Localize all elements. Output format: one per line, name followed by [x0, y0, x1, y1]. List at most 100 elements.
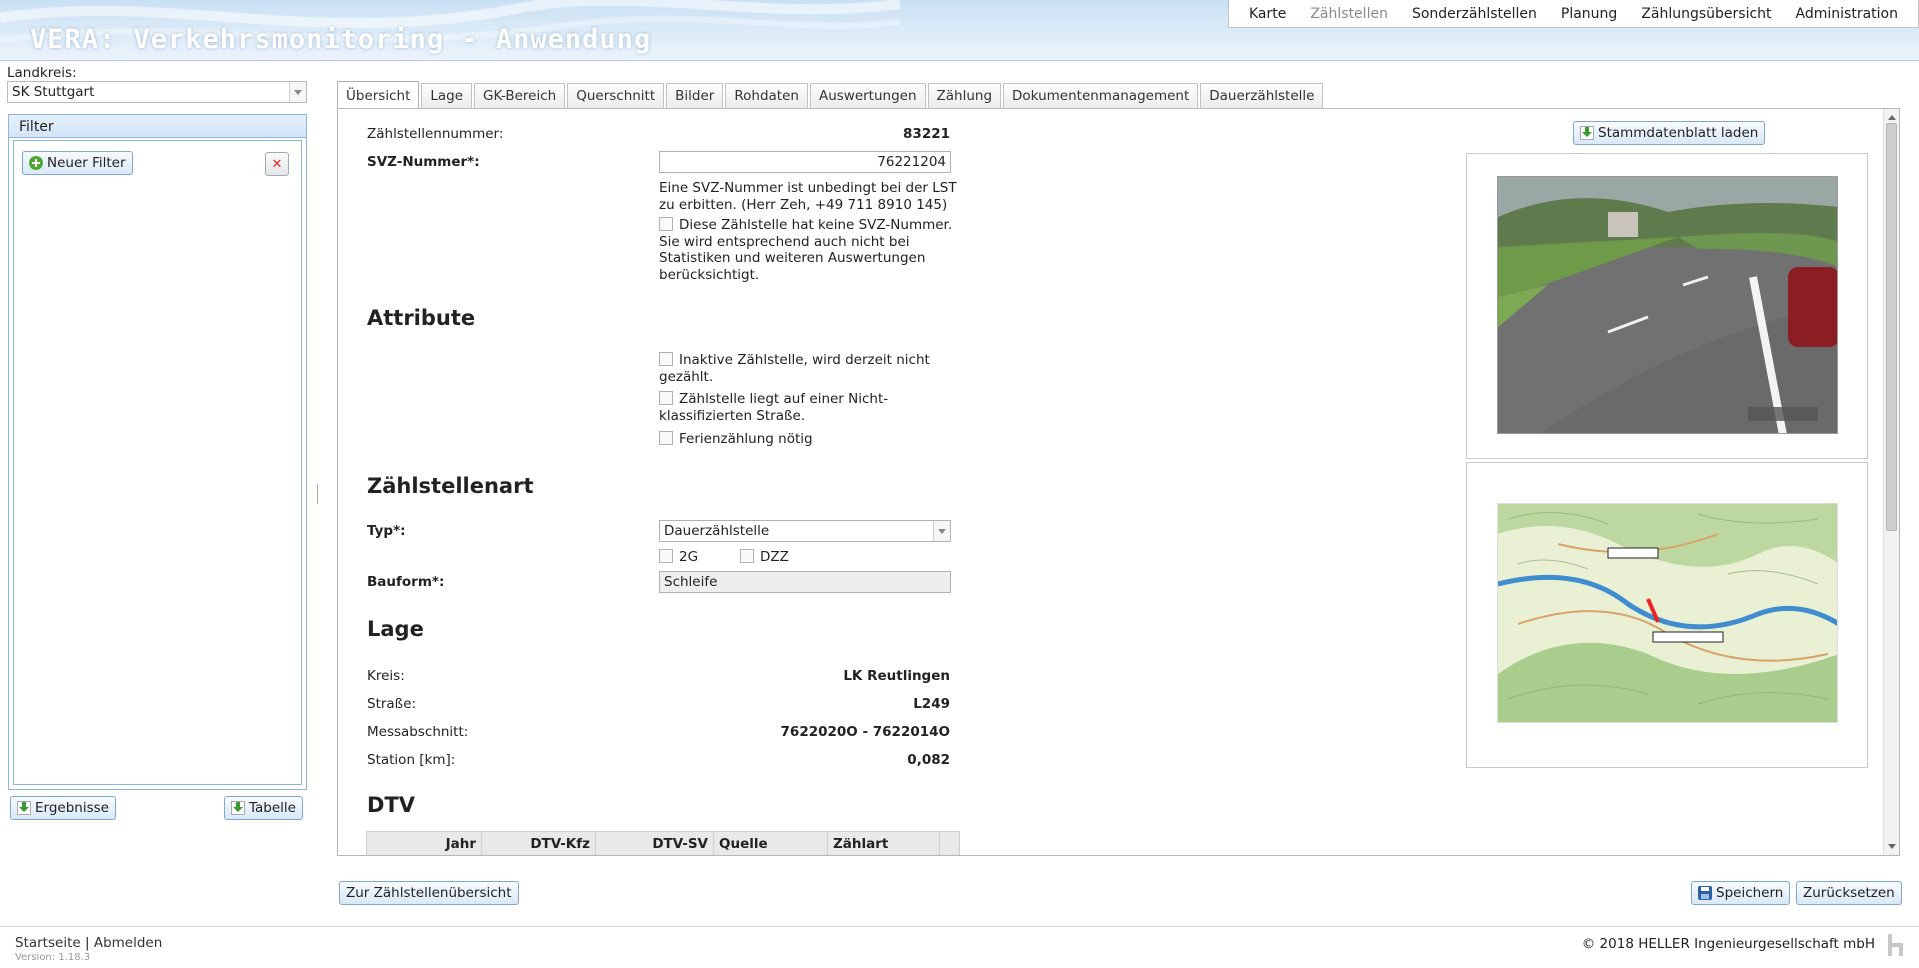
no-svz-label: Diese Zählstelle hat keine SVZ-Nummer.	[679, 217, 953, 233]
stammdatenblatt-button[interactable]: Stammdatenblatt laden	[1573, 121, 1766, 145]
tab-auswertungen[interactable]: Auswertungen	[809, 83, 926, 108]
2g-checkbox[interactable]	[659, 549, 673, 563]
dzz-checkbox[interactable]	[740, 549, 754, 563]
station-label: Station [km]:	[367, 752, 456, 768]
tab-dokumentenmanagement[interactable]: Dokumentenmanagement	[1003, 83, 1199, 108]
nicht-klassifiziert-checkbox[interactable]	[659, 391, 673, 405]
collapse-filters-button[interactable]: ✕	[265, 152, 289, 176]
messabschnitt-label: Messabschnitt:	[367, 724, 469, 740]
download-icon	[1580, 126, 1594, 140]
nav-zaehlungsuebersicht[interactable]: Zählungsübersicht	[1629, 6, 1783, 22]
tab-uebersicht[interactable]: Übersicht	[337, 81, 420, 108]
nicht-klassifiziert-label: Zählstelle liegt auf einer Nicht-	[679, 391, 889, 407]
back-to-overview-button[interactable]: Zur Zählstellenübersicht	[339, 881, 519, 905]
content-scrollbar[interactable]	[1883, 109, 1899, 855]
nicht-klassifiziert-label-cont: klassifizierten Straße.	[659, 407, 806, 424]
svz-input[interactable]: 76221204	[659, 151, 951, 173]
back-to-overview-label: Zur Zählstellenübersicht	[346, 885, 512, 901]
footer-links: Startseite | Abmelden	[15, 935, 162, 951]
copyright-text: © 2018 HELLER Ingenieurgesellschaft mbH	[1581, 936, 1875, 952]
scroll-down-icon[interactable]	[1888, 844, 1896, 853]
tab-bar: Übersicht Lage GK-Bereich Querschnitt Bi…	[337, 81, 1325, 108]
kreis-label: Kreis:	[367, 668, 405, 684]
kreis-value: LK Reutlingen	[843, 668, 950, 684]
reset-button[interactable]: Zurücksetzen	[1796, 881, 1902, 905]
typ-label: Typ*:	[367, 523, 406, 539]
filter-title: Filter	[9, 115, 306, 138]
dzz-label: DZZ	[760, 549, 789, 565]
option-2g: 2G	[659, 549, 698, 566]
site-photo[interactable]	[1497, 176, 1838, 434]
road-photo-image	[1498, 177, 1837, 433]
2g-label: 2G	[679, 549, 699, 565]
inaktiv-label: Inaktive Zählstelle, wird derzeit nicht	[679, 352, 930, 368]
scroll-up-icon[interactable]	[1888, 111, 1896, 120]
tab-lage[interactable]: Lage	[421, 83, 473, 108]
photo-panel	[1466, 153, 1868, 459]
new-filter-label: Neuer Filter	[47, 155, 126, 171]
chevron-down-icon[interactable]	[289, 82, 306, 102]
download-icon	[231, 801, 245, 815]
zaehlstellennummer-value: 83221	[903, 126, 950, 142]
footer-separator: |	[84, 935, 90, 951]
add-icon	[29, 156, 43, 170]
filter-panel: Filter	[8, 114, 307, 790]
save-label: Speichern	[1716, 885, 1784, 901]
app-header: VERA: Verkehrsmonitoring - Anwendung Kar…	[0, 0, 1919, 61]
typ-value: Dauerzählstelle	[664, 523, 770, 539]
col-dtv-kfz[interactable]: DTV-Kfz	[482, 832, 596, 855]
tab-dauerzaehlstelle[interactable]: Dauerzählstelle	[1200, 83, 1324, 108]
reset-label: Zurücksetzen	[1803, 885, 1895, 901]
heller-logo	[1888, 934, 1903, 956]
stammdatenblatt-label: Stammdatenblatt laden	[1598, 125, 1759, 141]
svz-note: Eine SVZ-Nummer ist unbedingt bei der LS…	[659, 180, 957, 213]
landkreis-label: Landkreis:	[7, 65, 77, 81]
typ-select[interactable]: Dauerzählstelle	[659, 520, 951, 542]
tabelle-button[interactable]: Tabelle	[224, 796, 303, 820]
svz-label: SVZ-Nummer*:	[367, 154, 480, 170]
startseite-link[interactable]: Startseite	[15, 935, 81, 951]
collapse-icon: ✕	[271, 156, 283, 172]
col-dtv-sv[interactable]: DTV-SV	[596, 832, 714, 855]
dtv-heading: DTV	[367, 793, 416, 817]
chevron-down-icon[interactable]	[933, 521, 950, 541]
ferien-checkbox[interactable]	[659, 431, 673, 445]
no-svz-option: Diese Zählstelle hat keine SVZ-Nummer. S…	[659, 217, 952, 283]
tab-zaehlung[interactable]: Zählung	[927, 83, 1002, 108]
nav-sonderzaehlstellen[interactable]: Sonderzählstellen	[1400, 6, 1549, 22]
new-filter-button[interactable]: Neuer Filter	[22, 151, 133, 175]
tab-rohdaten[interactable]: Rohdaten	[725, 83, 808, 108]
inaktiv-checkbox[interactable]	[659, 352, 673, 366]
tab-querschnitt[interactable]: Querschnitt	[567, 83, 665, 108]
attribute-heading: Attribute	[367, 306, 476, 330]
no-svz-note-line: Sie wird entsprechend auch nicht bei	[659, 233, 910, 250]
app-title: VERA: Verkehrsmonitoring - Anwendung	[30, 24, 652, 55]
col-zaehlart[interactable]: Zählart	[828, 832, 940, 855]
no-svz-note-line: Statistiken und weiteren Auswertungen	[659, 250, 926, 266]
abmelden-link[interactable]: Abmelden	[94, 935, 162, 951]
col-quelle[interactable]: Quelle	[714, 832, 828, 855]
messabschnitt-value: 7622020O - 7622014O	[780, 724, 950, 740]
ergebnisse-label: Ergebnisse	[35, 800, 109, 816]
panel-splitter[interactable]	[317, 484, 318, 504]
scroll-thumb[interactable]	[1886, 123, 1897, 531]
landkreis-value: SK Stuttgart	[12, 84, 95, 100]
landkreis-select[interactable]: SK Stuttgart	[7, 81, 307, 103]
dtv-table-header: Jahr DTV-Kfz DTV-SV Quelle Zählart	[366, 831, 960, 855]
nicht-klassifiziert-option: Zählstelle liegt auf einer Nicht- klassi…	[659, 391, 888, 424]
nav-administration[interactable]: Administration	[1784, 6, 1910, 22]
tab-bilder[interactable]: Bilder	[666, 83, 724, 108]
ergebnisse-button[interactable]: Ergebnisse	[10, 796, 116, 820]
site-map[interactable]	[1497, 503, 1838, 723]
inaktiv-option: Inaktive Zählstelle, wird derzeit nicht …	[659, 352, 930, 385]
overview-content: Zählstellennummer: 83221 SVZ-Nummer*: 76…	[337, 108, 1900, 856]
option-dzz: DZZ	[740, 549, 789, 566]
no-svz-checkbox[interactable]	[659, 217, 673, 231]
nav-karte[interactable]: Karte	[1237, 6, 1298, 22]
main-nav: Karte Zählstellen Sonderzählstellen Plan…	[1227, 0, 1919, 28]
nav-zaehlstellen[interactable]: Zählstellen	[1298, 6, 1400, 22]
nav-planung[interactable]: Planung	[1549, 6, 1629, 22]
tab-gk-bereich[interactable]: GK-Bereich	[474, 83, 566, 108]
col-jahr[interactable]: Jahr	[367, 832, 482, 855]
save-button[interactable]: Speichern	[1691, 881, 1791, 905]
